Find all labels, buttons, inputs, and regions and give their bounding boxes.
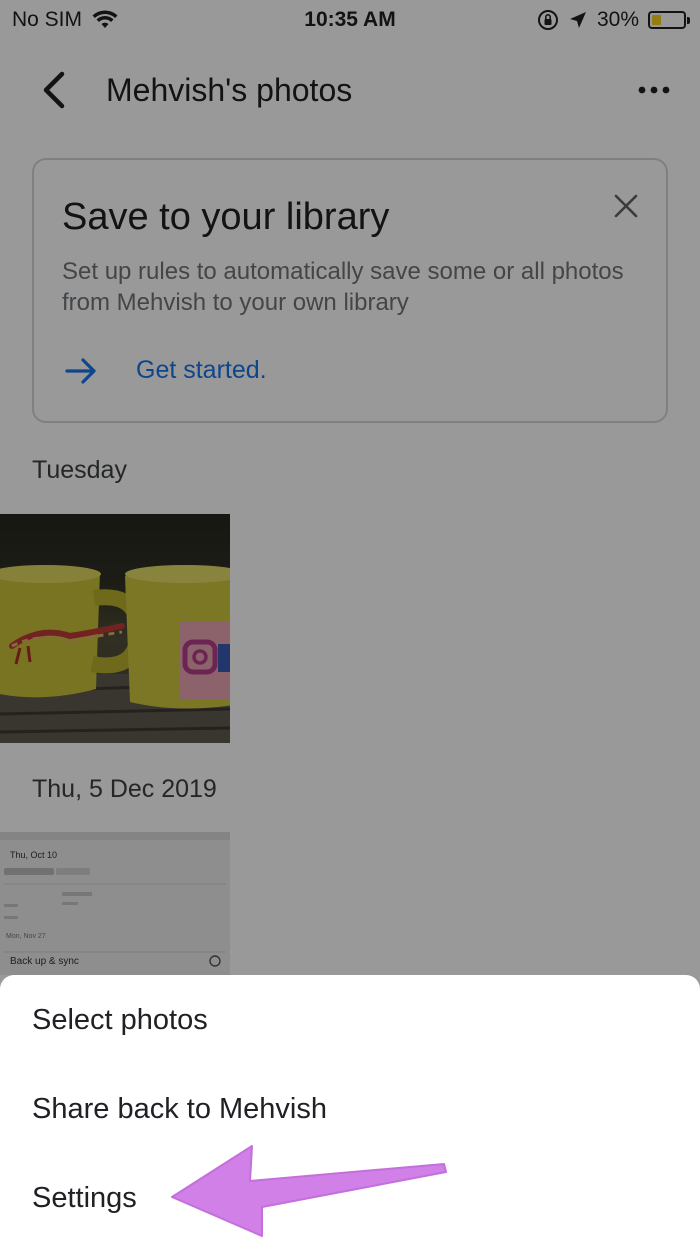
menu-item-share-back[interactable]: Share back to Mehvish <box>32 1093 327 1126</box>
menu-item-select-photos[interactable]: Select photos <box>32 1004 208 1037</box>
bottom-sheet-menu: Select photos Share back to Mehvish Sett… <box>0 975 700 1244</box>
menu-item-settings[interactable]: Settings <box>32 1182 137 1215</box>
